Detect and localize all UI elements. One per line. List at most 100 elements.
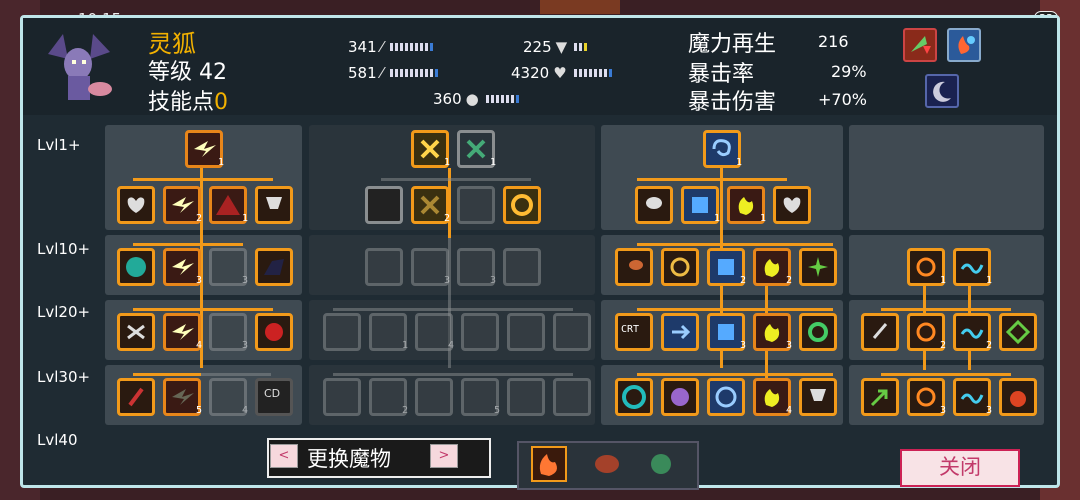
skill-crit-chip[interactable]: CRT (615, 313, 653, 351)
skill-heart-bar-2[interactable] (773, 186, 811, 224)
skill-yellow-flame-2[interactable]: 2 (753, 248, 792, 286)
skill-blue-arrows[interactable] (661, 313, 699, 351)
skill-gear-swap[interactable] (661, 248, 699, 286)
skill-dash-strike-4[interactable]: 4 (163, 313, 202, 351)
skill-crossed-swords-2[interactable]: 2 (411, 186, 450, 224)
avatar (38, 24, 123, 109)
defense-value: 225 (523, 38, 552, 56)
tree-line (133, 308, 273, 311)
close-button[interactable]: 关闭 (900, 449, 1020, 487)
skill-scissor-cross[interactable] (117, 313, 155, 351)
skill-dash-strike-3[interactable]: 3 (163, 248, 202, 286)
skill-locked-c2-r5f[interactable] (553, 378, 591, 416)
level-row-40: Lvl40 (37, 431, 78, 449)
skill-shield-bar[interactable] (255, 186, 293, 224)
skill-locked-c2-r5c[interactable] (415, 378, 453, 416)
skill-blue-cube-3[interactable]: 3 (707, 313, 746, 351)
skill-teal-vortex[interactable] (615, 378, 653, 416)
skill-locked-c2-r4f[interactable] (553, 313, 591, 351)
skill-locked-c2-r4e[interactable] (507, 313, 545, 351)
skill-cyan-wave-2[interactable]: 2 (953, 313, 992, 351)
skill-bar-blade[interactable] (365, 186, 403, 224)
skill-fire-bomb[interactable] (999, 378, 1037, 416)
crit-dmg-label: 暴击伤害 (688, 90, 777, 115)
prev-monster-button[interactable]: < (270, 444, 298, 468)
next-monster-button[interactable]: > (430, 444, 458, 468)
skill-orange-target-3[interactable]: 3 (907, 378, 946, 416)
skill-crossed-swords[interactable]: 1 (411, 130, 450, 168)
skill-shield-bar-2[interactable] (799, 378, 837, 416)
skill-green-diamond[interactable] (999, 313, 1037, 351)
leaf-up-icon[interactable] (903, 28, 937, 62)
skill-golden-ring[interactable] (503, 186, 541, 224)
skill-drumstick[interactable] (615, 248, 653, 286)
attack-value: 341 (348, 38, 377, 56)
pet-selector (517, 441, 699, 490)
skill-dash-strike-5[interactable]: 5 (163, 378, 202, 416)
defense-stat: 225 ▼ (523, 38, 588, 56)
tree-line (133, 178, 273, 181)
skill-dash-strike-2[interactable]: 2 (163, 186, 202, 224)
skill-yellow-flame-3[interactable]: 3 (753, 313, 792, 351)
skill-blue-spiral[interactable] (707, 378, 745, 416)
change-monster-label: 更换魔物 (307, 447, 391, 471)
skill-orange-target-2[interactable]: 2 (907, 313, 946, 351)
skill-cooldown[interactable]: CD (255, 378, 293, 416)
skill-locked-c2-r5a[interactable] (323, 378, 361, 416)
skill-green-crescent[interactable] (117, 248, 155, 286)
hp-bar (573, 69, 612, 77)
skill-locked-c2-r3d[interactable] (503, 248, 541, 286)
level-row-10: Lvl10+ (37, 240, 91, 258)
sword-icon: ⁄ (380, 38, 384, 56)
shell-pet-icon[interactable] (589, 446, 625, 482)
skill-cyan-wave[interactable]: 1 (953, 248, 992, 286)
skill-locked-triangle[interactable]: 3 (209, 248, 248, 286)
crit-dmg-value: +70% (818, 90, 867, 109)
cell-c4-r2 (849, 235, 1044, 295)
skill-blue-cube[interactable]: 1 (681, 186, 720, 224)
skill-locked-c2-r3c[interactable]: 3 (457, 248, 496, 286)
skill-green-ring[interactable] (799, 313, 837, 351)
skill-purple-hand[interactable] (661, 378, 699, 416)
heart-icon: ♥ (553, 64, 567, 82)
skill-locked-c2-r4d[interactable] (461, 313, 499, 351)
moon-icon[interactable] (925, 74, 959, 108)
leaf-pet-icon[interactable] (643, 446, 679, 482)
skill-potion-bar[interactable] (635, 186, 673, 224)
skill-locked-c2-r5e[interactable] (507, 378, 545, 416)
skill-locked-c2-r4c[interactable]: 4 (415, 313, 454, 351)
tree-line (637, 178, 787, 181)
skill-heart-bar[interactable] (117, 186, 155, 224)
skill-green-arrow[interactable] (861, 378, 899, 416)
skill-locked-swords[interactable] (457, 186, 495, 224)
tree-line (637, 308, 833, 311)
fire-pet-icon[interactable] (531, 446, 567, 482)
skill-blue-cube-2[interactable]: 2 (707, 248, 746, 286)
magic-stat: 581 ⁄ (348, 64, 439, 82)
skill-locked-c2-r5d[interactable]: 5 (461, 378, 500, 416)
hp-value: 4320 (511, 64, 550, 82)
fire-water-icon[interactable] (947, 28, 981, 62)
skill-locked-c2-r5b[interactable]: 2 (369, 378, 408, 416)
skill-points-value: 0 (214, 90, 229, 115)
skill-yellow-flame-4[interactable]: 4 (753, 378, 792, 416)
skill-dash-strike-1[interactable]: 1 (185, 130, 224, 168)
skill-blade-bar[interactable] (861, 313, 899, 351)
tree-line-locked (333, 308, 573, 311)
skill-orange-target[interactable]: 1 (907, 248, 946, 286)
skill-red-blade[interactable] (117, 378, 155, 416)
skill-crossed-swords-dim[interactable]: 1 (457, 130, 496, 168)
skill-cyan-wave-3[interactable]: 3 (953, 378, 992, 416)
skill-locked-c2-r3b[interactable]: 3 (411, 248, 450, 286)
skill-fire-triangle[interactable]: 1 (209, 186, 248, 224)
skill-yellow-flame[interactable]: 1 (727, 186, 766, 224)
skill-locked-triangle-2[interactable]: 3 (209, 313, 248, 351)
skill-red-burst[interactable] (255, 313, 293, 351)
skill-locked-triangle-3[interactable]: 4 (209, 378, 248, 416)
skill-locked-c2-r4a[interactable] (323, 313, 361, 351)
skill-green-sparkle[interactable] (799, 248, 837, 286)
skill-locked-c2-r4b[interactable]: 1 (369, 313, 408, 351)
skill-blue-swirl[interactable]: 1 (703, 130, 742, 168)
skill-shadow-wolf[interactable] (255, 248, 293, 286)
skill-locked-c2-r3a[interactable] (365, 248, 403, 286)
